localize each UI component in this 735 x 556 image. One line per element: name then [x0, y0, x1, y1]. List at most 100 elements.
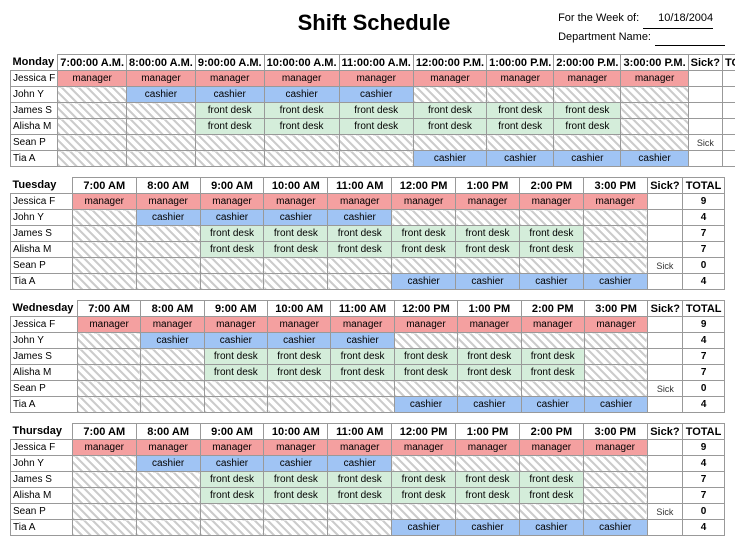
schedule-cell — [127, 135, 196, 151]
schedule-cell: manager — [519, 194, 583, 210]
schedule-cell: cashier — [264, 210, 328, 226]
schedule-cell: front desk — [264, 472, 328, 488]
schedule-cell — [72, 472, 136, 488]
schedule-cell: front desk — [554, 103, 621, 119]
schedule-cell — [136, 242, 200, 258]
day-section-wednesday: Wednesday7:00 AM8:00 AM9:00 AM10:00 AM11… — [10, 300, 725, 413]
schedule-cell — [554, 135, 621, 151]
schedule-cell: manager — [77, 317, 140, 333]
schedule-cell: cashier — [583, 520, 647, 536]
schedule-cell: front desk — [328, 226, 392, 242]
schedule-cell — [72, 226, 136, 242]
total-cell: 9 — [683, 440, 725, 456]
sick-cell — [648, 397, 683, 413]
time-header: 3:00:00 P.M. — [621, 55, 688, 71]
schedule-cell: cashier — [339, 87, 413, 103]
time-header: 1:00 PM — [456, 424, 520, 440]
schedule-cell — [72, 504, 136, 520]
employee-name: Jessica F — [11, 194, 73, 210]
schedule-cell — [583, 210, 647, 226]
schedule-cell: cashier — [264, 456, 328, 472]
schedule-cell: front desk — [519, 242, 583, 258]
schedule-cell — [328, 258, 392, 274]
schedule-cell — [58, 135, 127, 151]
schedule-cell: cashier — [487, 151, 554, 167]
schedule-cell: front desk — [328, 242, 392, 258]
schedule-cell — [264, 520, 328, 536]
table-row: Jessica Fmanagermanagermanagermanagerman… — [11, 440, 725, 456]
schedule-cell: front desk — [200, 472, 264, 488]
employee-name: John Y — [11, 210, 73, 226]
dept-label: Department Name: — [558, 29, 651, 47]
schedule-cell — [77, 333, 140, 349]
time-header: 1:00 PM — [458, 301, 521, 317]
sick-cell — [648, 333, 683, 349]
table-row: Jessica Fmanagermanagermanagermanagerman… — [11, 71, 735, 87]
sick-cell — [648, 349, 683, 365]
schedule-cell: manager — [583, 194, 647, 210]
page-title: Shift Schedule — [190, 10, 558, 36]
total-cell: 7 — [723, 103, 735, 119]
schedule-cell — [72, 274, 136, 290]
employee-name: James S — [11, 103, 58, 119]
schedule-cell: front desk — [519, 488, 583, 504]
total-header: TOTAL — [683, 424, 725, 440]
schedule-cell: front desk — [200, 226, 264, 242]
schedule-cell — [583, 504, 647, 520]
schedule-cell — [487, 87, 554, 103]
total-cell: 0 — [683, 381, 725, 397]
schedule-cell — [136, 520, 200, 536]
schedule-cell: front desk — [456, 488, 520, 504]
schedule-cell — [127, 119, 196, 135]
schedule-cell: cashier — [200, 456, 264, 472]
time-header: 9:00 AM — [200, 178, 264, 194]
schedule-cell — [204, 381, 267, 397]
schedule-cell — [136, 472, 200, 488]
sick-cell — [647, 242, 682, 258]
schedule-cell: manager — [141, 317, 204, 333]
schedule-cell — [136, 274, 200, 290]
schedule-cell: cashier — [583, 274, 647, 290]
schedule-cell — [141, 397, 204, 413]
table-row: Tia Acashiercashiercashiercashier4 — [11, 274, 725, 290]
time-header: 11:00 AM — [331, 301, 394, 317]
time-header: 3:00 PM — [583, 424, 647, 440]
schedule-cell — [328, 274, 392, 290]
schedule-cell: cashier — [204, 333, 267, 349]
time-header: 7:00:00 A.M. — [58, 55, 127, 71]
total-cell: 4 — [683, 274, 725, 290]
sick-cell — [647, 210, 682, 226]
time-header: 1:00:00 P.M. — [487, 55, 554, 71]
schedule-cell: cashier — [141, 333, 204, 349]
time-header: 10:00 AM — [264, 424, 328, 440]
employee-name: Tia A — [11, 520, 73, 536]
day-name: Monday — [11, 55, 58, 71]
week-value: 10/18/2004 — [643, 10, 713, 29]
schedule-cell: manager — [394, 317, 457, 333]
schedule-cell — [583, 488, 647, 504]
schedule-cell — [456, 504, 520, 520]
schedule-cell — [521, 381, 584, 397]
table-row: James Sfront deskfront deskfront deskfro… — [11, 472, 725, 488]
time-header: 12:00 PM — [394, 301, 457, 317]
time-header: 12:00 PM — [392, 178, 456, 194]
schedule-cell: front desk — [392, 242, 456, 258]
total-header: TOTAL — [723, 55, 735, 71]
time-header: 8:00 AM — [136, 424, 200, 440]
time-header: 3:00 PM — [584, 301, 647, 317]
schedule-cell — [413, 135, 486, 151]
schedule-container: Monday7:00:00 A.M.8:00:00 A.M.9:00:00 A.… — [10, 54, 725, 536]
schedule-cell: manager — [554, 71, 621, 87]
employee-name: Sean P — [11, 504, 73, 520]
schedule-cell: front desk — [264, 488, 328, 504]
table-row: Alisha Mfront deskfront deskfront deskfr… — [11, 365, 725, 381]
schedule-cell: manager — [127, 71, 196, 87]
schedule-cell: cashier — [392, 520, 456, 536]
employee-name: Tia A — [11, 274, 73, 290]
employee-name: John Y — [11, 456, 73, 472]
schedule-cell — [554, 87, 621, 103]
schedule-cell: front desk — [200, 488, 264, 504]
table-row: John Ycashiercashiercashiercashier4 — [11, 333, 725, 349]
employee-name: Alisha M — [11, 119, 58, 135]
schedule-cell — [264, 258, 328, 274]
